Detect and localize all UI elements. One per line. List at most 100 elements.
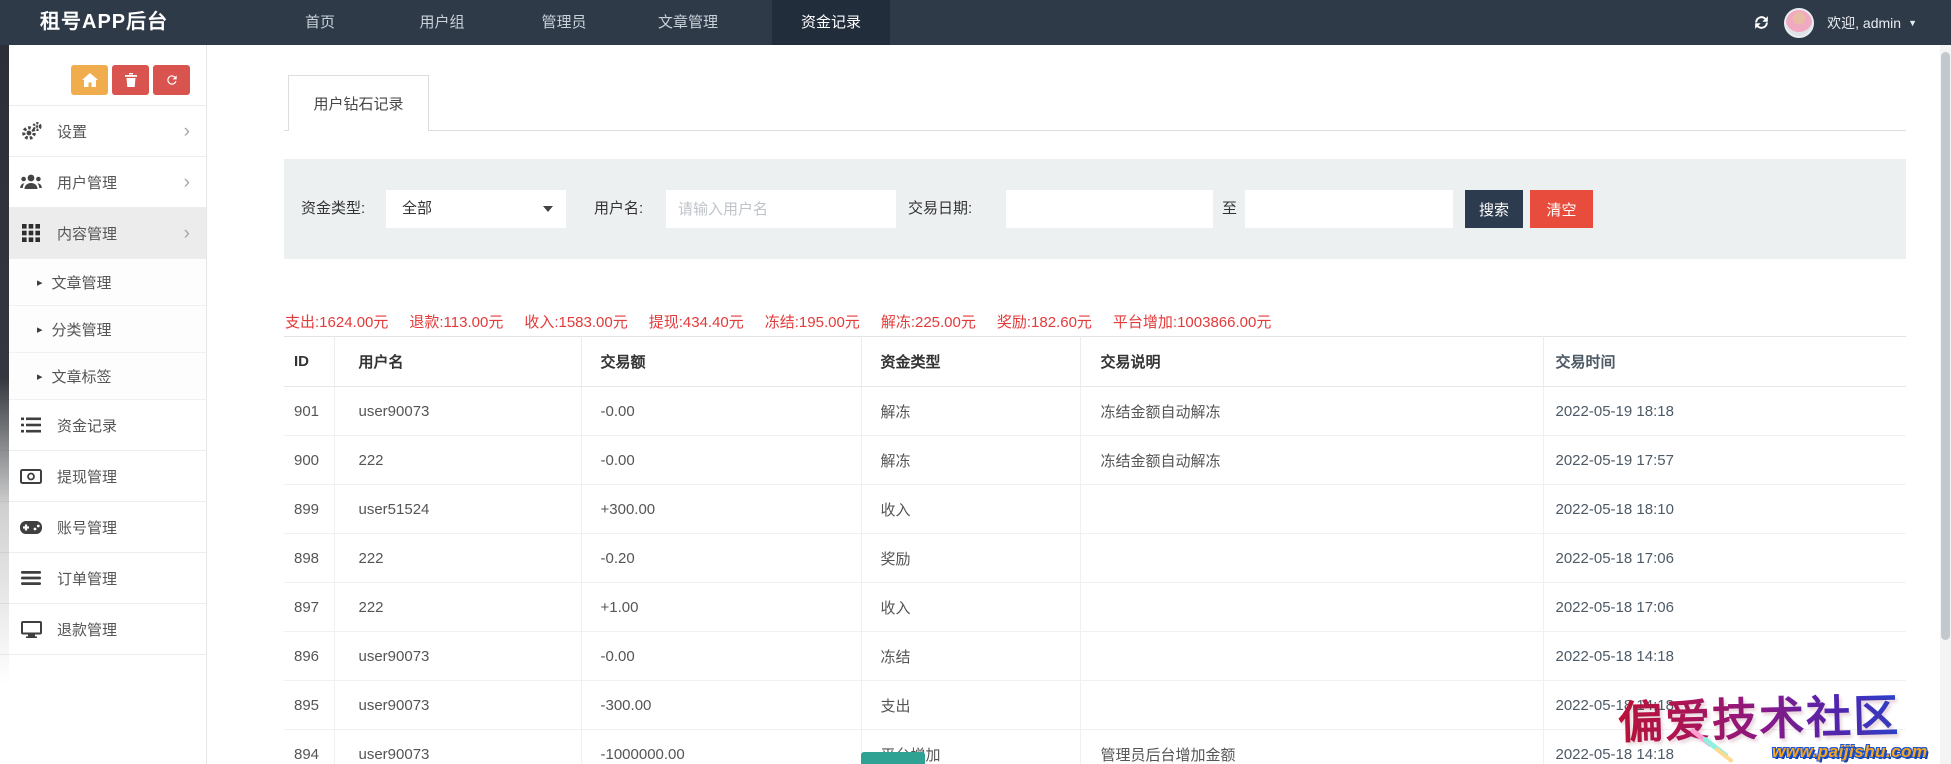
cell-amount: -0.00 — [581, 632, 861, 681]
cell-id: 897 — [284, 583, 334, 632]
cell-amount: -300.00 — [581, 681, 861, 730]
chevron-right-icon: › — [184, 122, 190, 141]
sidebar-item-refund-management[interactable]: 退款管理 — [0, 604, 206, 655]
cell-username: user90073 — [334, 681, 581, 730]
column-header-amount: 交易额 — [581, 337, 861, 387]
fund-type-select[interactable]: 全部 — [386, 190, 566, 228]
sidebar-subitem-category-management[interactable]: ▸ 分类管理 — [0, 306, 206, 353]
sidebar-item-fund-records[interactable]: 资金记录 — [0, 400, 206, 451]
list-icon — [19, 417, 43, 433]
stat-platform-add: 平台增加:1003866.00元 — [1113, 311, 1271, 335]
cell-username: 222 — [334, 534, 581, 583]
clear-cache-button[interactable] — [112, 65, 149, 95]
cell-username: 222 — [334, 436, 581, 485]
cell-fund-type: 支出 — [861, 681, 1080, 730]
cell-id: 894 — [284, 730, 334, 764]
nav-item-fund-records[interactable]: 资金记录 — [772, 0, 890, 45]
cell-id: 895 — [284, 681, 334, 730]
date-from-input[interactable] — [1006, 190, 1213, 228]
cell-amount: -0.20 — [581, 534, 861, 583]
cell-description — [1080, 583, 1543, 632]
cell-fund-type: 解冻 — [861, 436, 1080, 485]
nav-item-articles[interactable]: 文章管理 — [658, 0, 718, 45]
username-label: 用户名: — [594, 190, 643, 228]
cell-fund-type: 解冻 — [861, 387, 1080, 436]
fund-type-label: 资金类型: — [301, 190, 365, 228]
column-header-id: ID — [284, 337, 334, 387]
table-row: 901user90073-0.00解冻冻结金额自动解冻2022-05-19 18… — [284, 387, 1906, 436]
welcome-text[interactable]: 欢迎, admin — [1827, 13, 1901, 33]
cell-username: user90073 — [334, 387, 581, 436]
sidebar-item-withdrawal-management[interactable]: 提现管理 — [0, 451, 206, 502]
cell-description — [1080, 632, 1543, 681]
sidebar-quick-actions — [0, 45, 206, 106]
partial-next-row-badge — [861, 752, 925, 764]
to-label: 至 — [1222, 190, 1237, 228]
cell-amount: +300.00 — [581, 485, 861, 534]
watermark-title: 偏爱技术社区 — [1599, 679, 1901, 752]
column-header-time: 交易时间 — [1543, 337, 1906, 387]
caret-down-icon[interactable]: ▼ — [1908, 18, 1917, 28]
sidebar-item-label: 退款管理 — [57, 619, 117, 640]
scrollbar-thumb[interactable] — [1941, 52, 1950, 640]
sidebar: 设置 › 用户管理 › 内容管理 › ▸ 文章管理 ▸ 分类管理 ▸ — [0, 45, 207, 764]
user-avatar[interactable] — [1784, 8, 1814, 38]
refresh-icon[interactable] — [1752, 13, 1771, 32]
table-row: 896user90073-0.00冻结2022-05-18 14:18 — [284, 632, 1906, 681]
username-input[interactable] — [666, 190, 896, 228]
fund-summary-stats: 支出:1624.00元 退款:113.00元 收入:1583.00元 提现:43… — [285, 311, 1271, 335]
left-edge-shadow — [0, 45, 9, 685]
cell-description: 冻结金额自动解冻 — [1080, 387, 1543, 436]
admin-page: 租号APP后台 首页 用户组 管理员 文章管理 资金记录 欢迎, admin ▼ — [0, 0, 1951, 764]
gears-icon — [19, 121, 43, 141]
cell-id: 898 — [284, 534, 334, 583]
sidebar-item-label: 提现管理 — [57, 466, 117, 487]
nav-item-user-groups[interactable]: 用户组 — [419, 0, 464, 45]
nav-item-home[interactable]: 首页 — [305, 0, 335, 45]
clear-button[interactable]: 清空 — [1530, 190, 1593, 228]
sidebar-item-account-management[interactable]: 账号管理 — [0, 502, 206, 553]
sidebar-item-user-management[interactable]: 用户管理 › — [0, 157, 206, 208]
sidebar-subitem-article-management[interactable]: ▸ 文章管理 — [0, 259, 206, 306]
sidebar-item-settings[interactable]: 设置 › — [0, 106, 206, 157]
watermark-url: www.paijishu.com — [1772, 742, 1928, 762]
date-to-input[interactable] — [1245, 190, 1453, 228]
tab-user-diamond-records[interactable]: 用户钻石记录 — [288, 75, 429, 131]
sidebar-item-label: 用户管理 — [57, 172, 117, 193]
chevron-right-icon: › — [184, 173, 190, 192]
bars-icon — [19, 571, 43, 585]
triangle-bullet-icon: ▸ — [37, 323, 43, 336]
stat-income: 收入:1583.00元 — [524, 311, 627, 335]
stat-reward: 奖励:182.60元 — [997, 311, 1092, 335]
nav-item-admins[interactable]: 管理员 — [541, 0, 586, 45]
table-header-row: ID 用户名 交易额 资金类型 交易说明 交易时间 — [284, 337, 1906, 387]
cell-description: 管理员后台增加金额 — [1080, 730, 1543, 764]
recycle-button[interactable] — [153, 65, 190, 95]
sidebar-item-order-management[interactable]: 订单管理 — [0, 553, 206, 604]
cell-fund-type: 冻结 — [861, 632, 1080, 681]
trash-icon — [125, 73, 137, 87]
sidebar-item-label: 分类管理 — [52, 319, 112, 340]
home-button[interactable] — [71, 65, 108, 95]
cell-id: 899 — [284, 485, 334, 534]
recycle-icon — [165, 73, 179, 87]
table-row: 897222+1.00收入2022-05-18 17:06 — [284, 583, 1906, 632]
search-button[interactable]: 搜索 — [1465, 190, 1523, 228]
column-header-username: 用户名 — [334, 337, 581, 387]
cell-fund-type: 奖励 — [861, 534, 1080, 583]
cell-username: user90073 — [334, 632, 581, 681]
table-row: 900222-0.00解冻冻结金额自动解冻2022-05-19 17:57 — [284, 436, 1906, 485]
sidebar-item-label: 设置 — [57, 121, 87, 142]
sidebar-item-label: 内容管理 — [57, 223, 117, 244]
stat-expense: 支出:1624.00元 — [285, 311, 388, 335]
app-title[interactable]: 租号APP后台 — [40, 0, 168, 45]
sidebar-item-content-management[interactable]: 内容管理 › — [0, 208, 206, 259]
cell-time: 2022-05-18 18:10 — [1543, 485, 1906, 534]
cell-id: 901 — [284, 387, 334, 436]
sidebar-subitem-article-tags[interactable]: ▸ 文章标签 — [0, 353, 206, 400]
triangle-bullet-icon: ▸ — [37, 276, 43, 289]
cell-description: 冻结金额自动解冻 — [1080, 436, 1543, 485]
top-navbar: 租号APP后台 首页 用户组 管理员 文章管理 资金记录 欢迎, admin ▼ — [0, 0, 1951, 45]
cell-id: 896 — [284, 632, 334, 681]
cell-username: user51524 — [334, 485, 581, 534]
